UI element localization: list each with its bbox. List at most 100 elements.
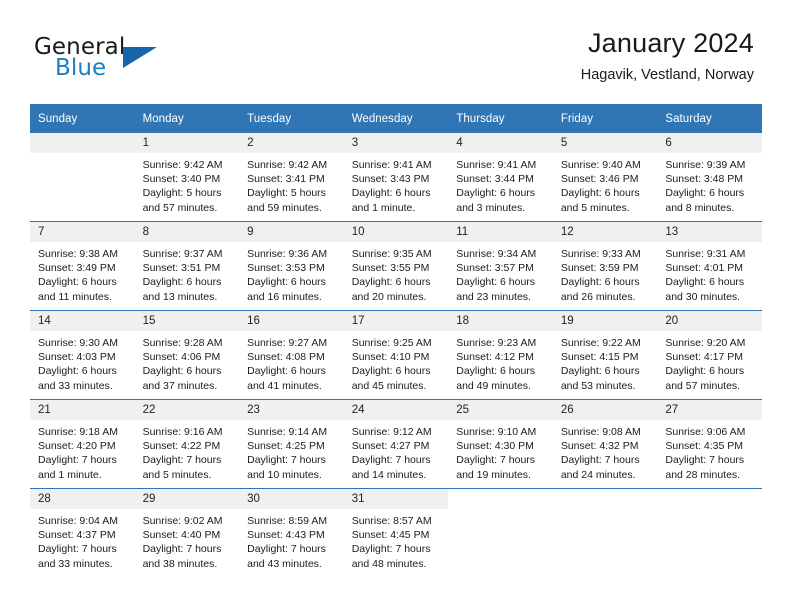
sunrise-text: Sunrise: 9:39 AM <box>665 159 746 171</box>
sunset-text: Sunset: 4:12 PM <box>456 351 534 364</box>
calendar-day-cell[interactable]: 15 Sunrise: 9:28 AM Sunset: 4:06 PM Dayligh… <box>134 310 240 400</box>
daylight-text-cont: and 1 minute. <box>351 201 416 214</box>
calendar-day-cell[interactable]: 10 Sunrise: 9:35 AM Sunset: 3:55 PM Dayligh… <box>343 221 449 311</box>
day-sun-info: Sunrise: 9:36 AM Sunset: 3:53 PM Daylight:… <box>239 242 344 304</box>
day-number: 28 <box>30 489 135 509</box>
calendar-day-cell[interactable]: 7 Sunrise: 9:38 AM Sunset: 3:49 PM Daylight… <box>30 221 135 311</box>
day-number: 11 <box>448 222 553 242</box>
calendar-day-cell[interactable]: 31 Sunrise: 8:57 AM Sunset: 4:45 PM Dayligh… <box>343 488 449 577</box>
sunrise-text: Sunrise: 9:08 AM <box>560 426 641 438</box>
calendar-day-cell[interactable]: 5 Sunrise: 9:40 AM Sunset: 3:46 PM Daylight… <box>552 133 658 222</box>
weekday-header-thursday: Thursday <box>448 104 553 133</box>
calendar-day-cell[interactable]: 27 Sunrise: 9:06 AM Sunset: 4:35 PM Dayligh… <box>657 399 762 489</box>
sunrise-text: Sunrise: 9:35 AM <box>351 248 432 260</box>
calendar-day-cell[interactable]: 19 Sunrise: 9:22 AM Sunset: 4:15 PM Dayligh… <box>552 310 658 400</box>
calendar-page: General Blue January 2024 Hagavik, Vestl… <box>0 0 792 612</box>
sunset-text: Sunset: 3:55 PM <box>351 262 430 275</box>
day-number: 8 <box>134 222 240 242</box>
calendar-day-cell[interactable]: 3 Sunrise: 9:41 AM Sunset: 3:43 PM Daylight… <box>343 133 449 222</box>
day-sun-info: Sunrise: 8:57 AM Sunset: 4:45 PM Daylight:… <box>344 509 449 571</box>
day-number: 2 <box>239 133 344 153</box>
daylight-text: Daylight: 7 hours <box>351 454 431 467</box>
calendar-day-cell[interactable]: 13 Sunrise: 9:31 AM Sunset: 4:01 PM Dayligh… <box>657 221 762 311</box>
sunset-text: Sunset: 4:37 PM <box>38 529 116 542</box>
daylight-text: Daylight: 6 hours <box>351 187 431 200</box>
calendar-day-cell[interactable]: 26 Sunrise: 9:08 AM Sunset: 4:32 PM Dayligh… <box>552 399 658 489</box>
day-sun-info: Sunrise: 9:25 AM Sunset: 4:10 PM Daylight:… <box>344 331 449 393</box>
calendar-day-cell[interactable]: 18 Sunrise: 9:23 AM Sunset: 4:12 PM Dayligh… <box>448 310 553 400</box>
calendar-empty-cell <box>657 488 762 577</box>
sunset-text: Sunset: 4:10 PM <box>351 351 430 364</box>
sunset-text: Sunset: 3:44 PM <box>456 173 534 186</box>
calendar-day-cell[interactable]: 23 Sunrise: 9:14 AM Sunset: 4:25 PM Dayligh… <box>239 399 344 489</box>
sunset-text: Sunset: 3:40 PM <box>142 173 221 186</box>
calendar-day-cell[interactable]: 17 Sunrise: 9:25 AM Sunset: 4:10 PM Dayligh… <box>343 310 449 400</box>
day-sun-info <box>657 509 762 514</box>
calendar-day-cell[interactable]: 11 Sunrise: 9:34 AM Sunset: 3:57 PM Dayligh… <box>448 221 553 311</box>
calendar-day-cell[interactable]: 22 Sunrise: 9:16 AM Sunset: 4:22 PM Dayligh… <box>134 399 240 489</box>
day-number: 29 <box>134 489 240 509</box>
daylight-text: Daylight: 6 hours <box>38 276 117 289</box>
calendar-day-cell[interactable]: 2 Sunrise: 9:42 AM Sunset: 3:41 PM Daylight… <box>239 133 344 222</box>
day-number: 13 <box>657 222 762 242</box>
day-sun-info: Sunrise: 9:16 AM Sunset: 4:22 PM Daylight:… <box>135 420 240 482</box>
calendar-day-cell[interactable]: 20 Sunrise: 9:20 AM Sunset: 4:17 PM Dayligh… <box>657 310 762 400</box>
calendar-day-cell[interactable]: 16 Sunrise: 9:27 AM Sunset: 4:08 PM Dayligh… <box>239 310 344 400</box>
sunset-text: Sunset: 4:27 PM <box>351 440 430 453</box>
daylight-text: Daylight: 6 hours <box>142 276 222 289</box>
calendar-day-cell[interactable]: 28 Sunrise: 9:04 AM Sunset: 4:37 PM Dayligh… <box>30 488 135 577</box>
general-blue-logo[interactable]: General Blue <box>34 36 264 92</box>
daylight-text-cont: and 19 minutes. <box>456 468 531 481</box>
sunrise-text: Sunrise: 9:31 AM <box>665 248 746 260</box>
calendar-day-cell[interactable]: 24 Sunrise: 9:12 AM Sunset: 4:27 PM Dayligh… <box>343 399 449 489</box>
sunrise-text: Sunrise: 9:37 AM <box>142 248 223 260</box>
daylight-text-cont: and 5 minutes. <box>142 468 212 481</box>
sunrise-text: Sunrise: 9:02 AM <box>142 515 223 527</box>
daylight-text: Daylight: 5 hours <box>247 187 326 200</box>
sunrise-text: Sunrise: 9:14 AM <box>247 426 328 438</box>
calendar-day-cell[interactable]: 12 Sunrise: 9:33 AM Sunset: 3:59 PM Dayligh… <box>552 221 658 311</box>
calendar-day-cell[interactable]: 21 Sunrise: 9:18 AM Sunset: 4:20 PM Dayligh… <box>30 399 135 489</box>
day-number: 14 <box>30 311 135 331</box>
calendar-empty-cell <box>448 488 553 577</box>
daylight-text-cont: and 3 minutes. <box>456 201 526 214</box>
daylight-text: Daylight: 7 hours <box>142 543 222 556</box>
daylight-text-cont: and 48 minutes. <box>351 557 427 570</box>
page-header: General Blue January 2024 Hagavik, Vestl… <box>0 0 792 100</box>
calendar-day-cell[interactable]: 4 Sunrise: 9:41 AM Sunset: 3:44 PM Daylight… <box>448 133 553 222</box>
sunrise-text: Sunrise: 9:36 AM <box>247 248 328 260</box>
calendar-day-cell[interactable]: 29 Sunrise: 9:02 AM Sunset: 4:40 PM Dayligh… <box>134 488 240 577</box>
sunrise-text: Sunrise: 9:38 AM <box>38 248 118 260</box>
weekday-header-tuesday: Tuesday <box>239 104 344 133</box>
day-sun-info <box>30 153 135 158</box>
sunrise-text: Sunrise: 9:22 AM <box>560 337 641 349</box>
calendar-day-cell[interactable]: 6 Sunrise: 9:39 AM Sunset: 3:48 PM Daylight… <box>657 133 762 222</box>
calendar-day-cell[interactable]: 25 Sunrise: 9:10 AM Sunset: 4:30 PM Dayligh… <box>448 399 553 489</box>
calendar-day-cell[interactable]: 8 Sunrise: 9:37 AM Sunset: 3:51 PM Daylight… <box>134 221 240 311</box>
calendar-day-cell[interactable]: 1 Sunrise: 9:42 AM Sunset: 3:40 PM Daylight… <box>134 133 240 222</box>
daylight-text-cont: and 28 minutes. <box>665 468 741 481</box>
day-sun-info: Sunrise: 9:28 AM Sunset: 4:06 PM Daylight:… <box>135 331 240 393</box>
sunrise-text: Sunrise: 9:18 AM <box>38 426 118 438</box>
calendar-day-cell[interactable]: 14 Sunrise: 9:30 AM Sunset: 4:03 PM Dayligh… <box>30 310 135 400</box>
calendar-week-row: 14 Sunrise: 9:30 AM Sunset: 4:03 PM Dayligh… <box>30 310 762 400</box>
sunrise-text: Sunrise: 9:20 AM <box>665 337 746 349</box>
daylight-text-cont: and 53 minutes. <box>560 379 636 392</box>
sunrise-text: Sunrise: 9:40 AM <box>560 159 641 171</box>
day-sun-info: Sunrise: 9:41 AM Sunset: 3:43 PM Daylight:… <box>344 153 449 215</box>
calendar-day-cell[interactable]: 9 Sunrise: 9:36 AM Sunset: 3:53 PM Daylight… <box>239 221 344 311</box>
day-number: 10 <box>343 222 449 242</box>
sunset-text: Sunset: 4:22 PM <box>142 440 221 453</box>
sunrise-text: Sunrise: 9:41 AM <box>351 159 432 171</box>
day-number: 30 <box>239 489 344 509</box>
page-title: January 2024 <box>587 28 754 58</box>
day-sun-info: Sunrise: 9:34 AM Sunset: 3:57 PM Daylight:… <box>448 242 553 304</box>
daylight-text-cont: and 5 minutes. <box>560 201 630 214</box>
weekday-header-sunday: Sunday <box>30 104 135 133</box>
calendar-day-cell[interactable]: 30 Sunrise: 8:59 AM Sunset: 4:43 PM Dayligh… <box>239 488 344 577</box>
daylight-text: Daylight: 6 hours <box>665 276 745 289</box>
daylight-text: Daylight: 6 hours <box>351 365 431 378</box>
daylight-text-cont: and 33 minutes. <box>38 379 113 392</box>
day-number: 21 <box>30 400 135 420</box>
sunset-text: Sunset: 4:01 PM <box>665 262 744 275</box>
